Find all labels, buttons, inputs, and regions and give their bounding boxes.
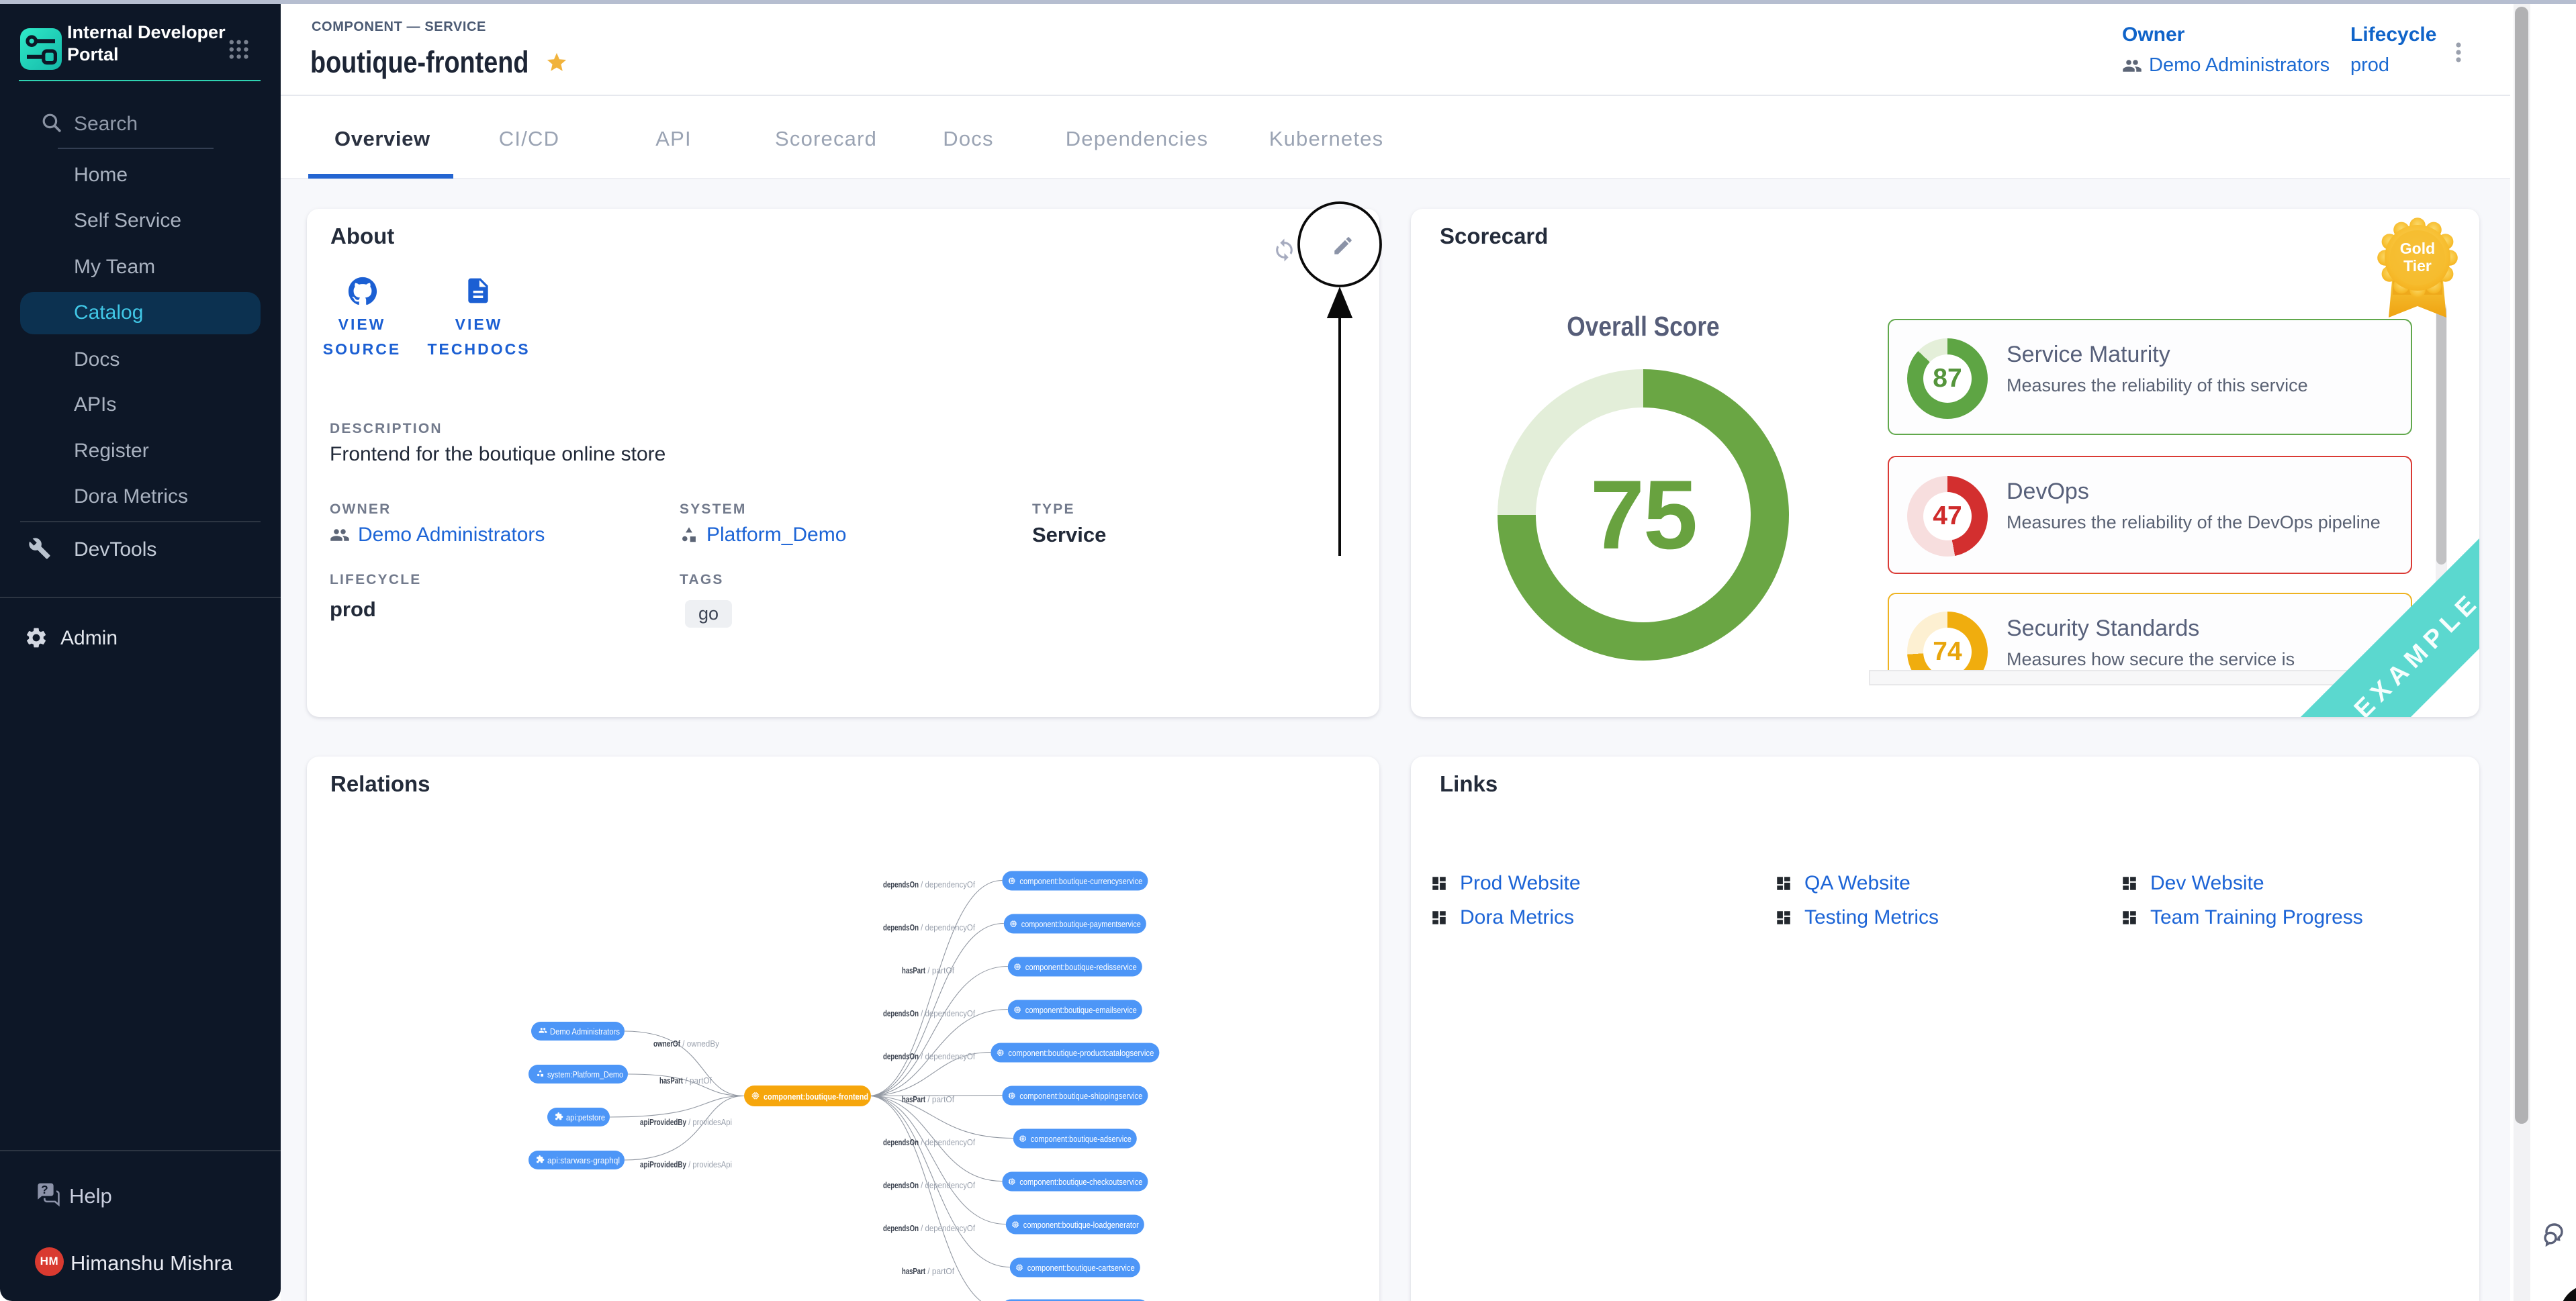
svg-text:component:boutique-redisservic: component:boutique-redisservice bbox=[1025, 963, 1137, 972]
svg-text:Gold: Gold bbox=[2400, 240, 2435, 257]
svg-text:component:boutique-frontend: component:boutique-frontend bbox=[764, 1092, 868, 1102]
svg-text:hasPart / partOf: hasPart / partOf bbox=[902, 1266, 954, 1276]
svg-text:component:boutique-cartservice: component:boutique-cartservice bbox=[1027, 1263, 1135, 1273]
svg-text:system:Platform_Demo: system:Platform_Demo bbox=[547, 1070, 623, 1079]
svg-text:component:boutique-productcata: component:boutique-productcatalogservice bbox=[1008, 1049, 1154, 1058]
svg-text:apiProvidedBy / providesApi: apiProvidedBy / providesApi bbox=[640, 1117, 732, 1127]
svg-text:dependsOn / dependencyOf: dependsOn / dependencyOf bbox=[883, 1180, 975, 1190]
svg-text:hasPart / partOf: hasPart / partOf bbox=[659, 1075, 712, 1086]
svg-text:component:boutique-paymentserv: component:boutique-paymentservice bbox=[1021, 920, 1141, 929]
svg-text:component:boutique-currencyser: component:boutique-currencyservice bbox=[1019, 877, 1142, 886]
svg-text:dependsOn / dependencyOf: dependsOn / dependencyOf bbox=[883, 1051, 975, 1061]
svg-text:?: ? bbox=[41, 1183, 48, 1196]
svg-text:apiProvidedBy / providesApi: apiProvidedBy / providesApi bbox=[640, 1159, 732, 1169]
svg-text:Demo Administrators: Demo Administrators bbox=[550, 1027, 620, 1037]
svg-text:component:boutique-shippingser: component:boutique-shippingservice bbox=[1019, 1092, 1142, 1101]
svg-text:dependsOn / dependencyOf: dependsOn / dependencyOf bbox=[883, 1223, 975, 1233]
svg-text:component:boutique-loadgenerat: component:boutique-loadgenerator bbox=[1023, 1220, 1139, 1230]
svg-text:component:boutique-emailservic: component:boutique-emailservice bbox=[1025, 1006, 1137, 1015]
svg-text:hasPart / partOf: hasPart / partOf bbox=[902, 1094, 954, 1104]
svg-text:ownerOf / ownedBy: ownerOf / ownedBy bbox=[653, 1039, 719, 1049]
svg-text:dependsOn / dependencyOf: dependsOn / dependencyOf bbox=[883, 922, 975, 932]
svg-text:dependsOn / dependencyOf: dependsOn / dependencyOf bbox=[883, 1008, 975, 1018]
svg-text:dependsOn / dependencyOf: dependsOn / dependencyOf bbox=[883, 1137, 975, 1147]
svg-text:component:boutique-checkoutser: component:boutique-checkoutservice bbox=[1019, 1177, 1142, 1187]
svg-text:component:boutique-adservice: component:boutique-adservice bbox=[1031, 1135, 1132, 1144]
svg-text:api:petstore: api:petstore bbox=[566, 1113, 605, 1122]
svg-text:dependsOn / dependencyOf: dependsOn / dependencyOf bbox=[883, 879, 975, 889]
svg-text:Tier: Tier bbox=[2403, 257, 2432, 275]
svg-text:api:starwars-graphql: api:starwars-graphql bbox=[547, 1156, 620, 1165]
svg-text:hasPart / partOf: hasPart / partOf bbox=[902, 965, 954, 975]
